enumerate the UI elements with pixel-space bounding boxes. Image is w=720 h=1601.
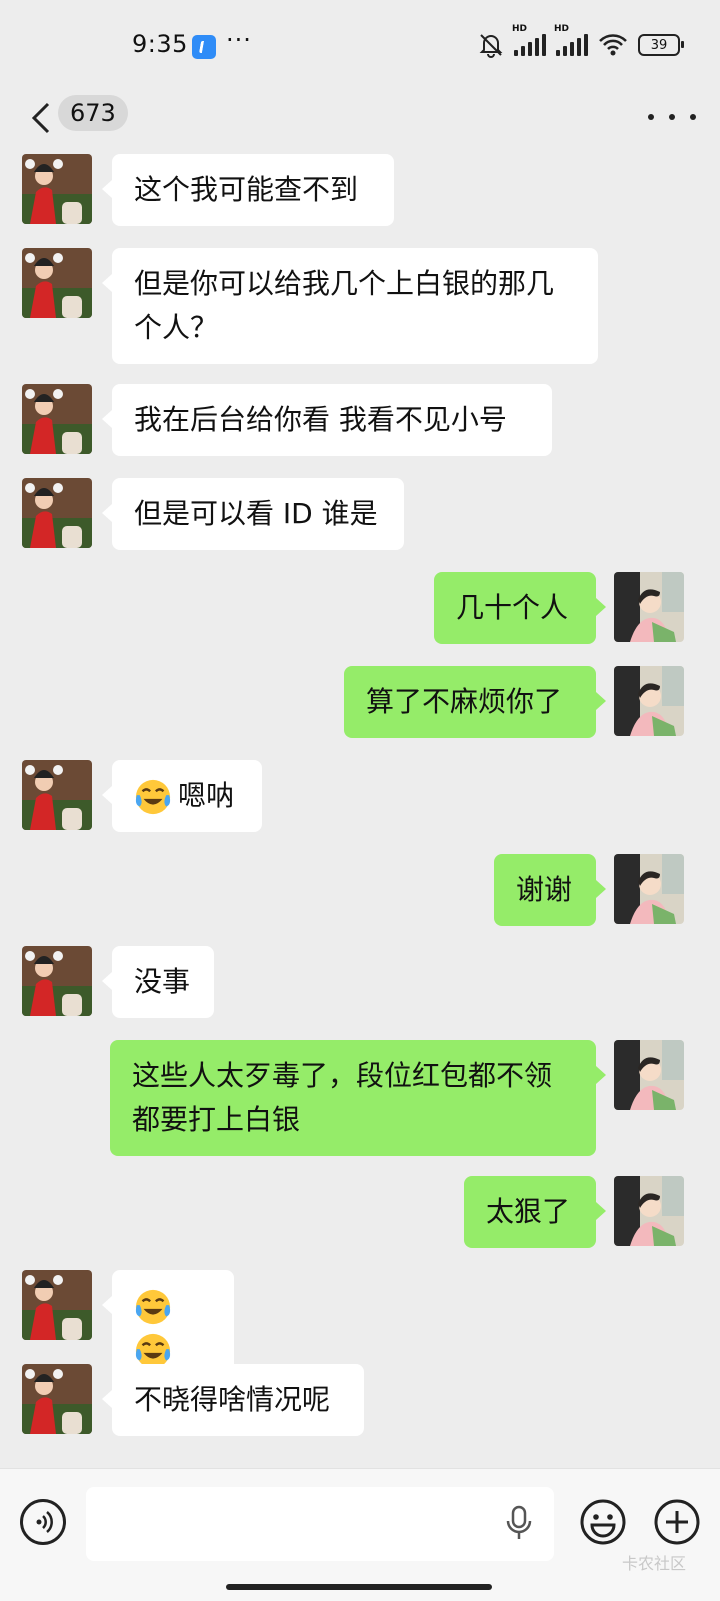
sent-message-bubble[interactable]: 这些人太歹毒了，段位红包都不领都要打上白银 xyxy=(110,1040,606,1156)
contact-avatar[interactable] xyxy=(22,248,92,318)
home-indicator[interactable] xyxy=(226,1584,492,1590)
message-text: 但是你可以给我几个上白银的那几个人？ xyxy=(134,267,555,344)
input-bar xyxy=(0,1468,720,1601)
message-text: 几十个人 xyxy=(456,591,569,624)
contact-avatar[interactable] xyxy=(22,154,92,224)
received-message-bubble[interactable]: 这个我可能查不到 xyxy=(102,154,394,226)
contact-avatar[interactable] xyxy=(22,1270,92,1340)
my-avatar[interactable] xyxy=(614,666,684,736)
received-message-bubble[interactable]: 我在后台给你看 我看不见小号 xyxy=(102,384,552,456)
received-message-bubble[interactable]: 嗯呐 xyxy=(102,760,262,832)
contact-avatar[interactable] xyxy=(22,760,92,830)
crying-laughing-emoji xyxy=(135,1289,171,1325)
status-more-dots: ··· xyxy=(226,26,252,54)
plus-icon[interactable] xyxy=(652,1497,702,1547)
wifi-icon xyxy=(599,34,627,56)
contact-avatar[interactable] xyxy=(22,478,92,548)
sent-message-bubble[interactable]: 几十个人 xyxy=(434,572,606,644)
message-input[interactable] xyxy=(86,1487,554,1561)
battery-icon: 39 xyxy=(638,34,684,56)
message-row-left: 不晓得啥情况呢 xyxy=(0,1364,720,1468)
unread-count-badge[interactable]: 673 xyxy=(58,95,128,131)
message-text: 不晓得啥情况呢 xyxy=(134,1383,331,1416)
message-text: 谢谢 xyxy=(516,873,573,906)
voice-icon[interactable] xyxy=(20,1499,66,1545)
message-text: 没事 xyxy=(134,965,191,998)
mic-icon[interactable] xyxy=(505,1505,533,1541)
message-text: 我在后台给你看 我看不见小号 xyxy=(134,403,507,436)
status-time: 9:35 xyxy=(132,30,188,58)
watermark: 卡农社区 xyxy=(621,1554,686,1573)
received-message-bubble[interactable]: 但是你可以给我几个上白银的那几个人？ xyxy=(102,248,598,364)
chat-header: 673 xyxy=(0,90,720,146)
received-message-bubble[interactable]: 不晓得啥情况呢 xyxy=(102,1364,364,1436)
message-row-right: 这些人太歹毒了，段位红包都不领都要打上白银 xyxy=(0,1040,720,1160)
sent-message-bubble[interactable]: 谢谢 xyxy=(494,854,606,926)
smiley-icon[interactable] xyxy=(578,1497,628,1547)
chevron-left-icon[interactable] xyxy=(28,98,58,138)
signal-icon-2: HD xyxy=(554,24,588,56)
contact-avatar[interactable] xyxy=(22,946,92,1016)
my-avatar[interactable] xyxy=(614,854,684,924)
contact-avatar[interactable] xyxy=(22,1364,92,1434)
message-text: 这些人太歹毒了，段位红包都不领都要打上白银 xyxy=(132,1059,553,1136)
signal-icon-1: HD xyxy=(512,24,546,56)
message-text: 太狠了 xyxy=(486,1195,571,1228)
status-icons: HD HD 39 xyxy=(478,24,684,60)
message-text: 但是可以看 ID 谁是 xyxy=(134,497,378,530)
sent-message-bubble[interactable]: 算了不麻烦你了 xyxy=(344,666,606,738)
contact-avatar[interactable] xyxy=(22,384,92,454)
crying-laughing-emoji xyxy=(135,779,171,815)
message-text: 嗯呐 xyxy=(178,779,235,812)
message-row-left: 但是你可以给我几个上白银的那几个人？ xyxy=(0,248,720,368)
my-avatar[interactable] xyxy=(614,572,684,642)
message-text: 算了不麻烦你了 xyxy=(366,685,563,718)
received-message-bubble[interactable]: 但是可以看 ID 谁是 xyxy=(102,478,404,550)
received-message-bubble[interactable]: 没事 xyxy=(102,946,214,1018)
more-dots-icon[interactable] xyxy=(648,102,696,132)
app-notification-icon xyxy=(192,35,216,59)
status-bar: 9:35 ··· HD HD 39 xyxy=(0,0,720,90)
mute-bell-icon xyxy=(479,34,503,58)
message-list[interactable]: 这个我可能查不到但是你可以给我几个上白银的那几个人？ 我在后台给你看 我看不见小号… xyxy=(0,146,720,1468)
sent-message-bubble[interactable]: 太狠了 xyxy=(464,1176,606,1248)
my-avatar[interactable] xyxy=(614,1040,684,1110)
my-avatar[interactable] xyxy=(614,1176,684,1246)
message-text: 这个我可能查不到 xyxy=(134,173,359,206)
